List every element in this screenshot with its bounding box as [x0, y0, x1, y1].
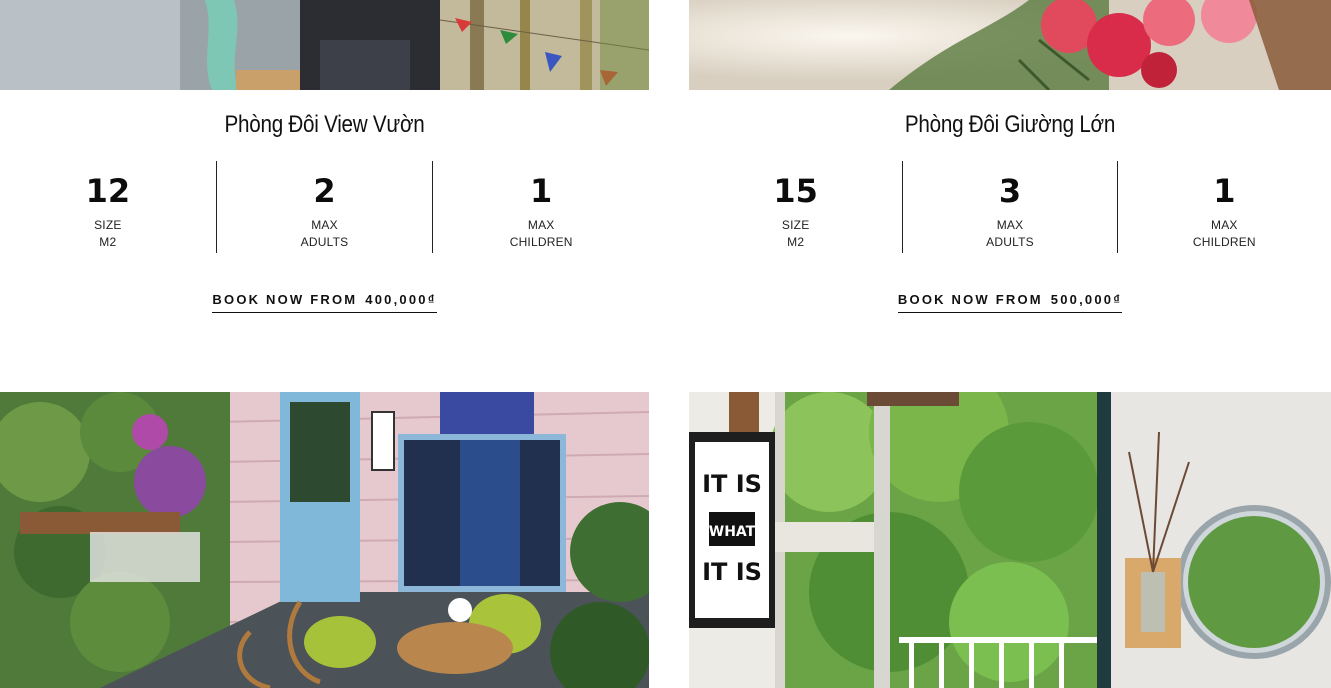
stat-label-line: CHILDREN	[509, 235, 573, 249]
book-now-price: 500,000₫	[1050, 292, 1123, 307]
room-photo-forest-view[interactable]: IT IS WHAT IT IS	[689, 392, 1331, 688]
stat-label-line: MAX	[996, 218, 1024, 232]
stat-label-line: CHILDREN	[1192, 235, 1256, 249]
room-title[interactable]: Phòng Đôi Giường Lớn	[734, 111, 1286, 139]
room-photo-image	[689, 0, 1331, 90]
stat-max-children: 1 MAX CHILDREN	[1116, 161, 1331, 253]
room-stats: 12 SIZE M2 2 MAX ADULTS 1 MAX CHILDREN	[0, 161, 649, 253]
stat-label-line: ADULTS	[986, 235, 1034, 249]
book-now-row: BOOK NOW FROM 400,000₫	[0, 289, 649, 313]
stat-value: 3	[998, 172, 1022, 210]
room-photo-image	[0, 0, 649, 90]
stat-max-children: 1 MAX CHILDREN	[432, 161, 649, 253]
stat-label-line: M2	[99, 235, 117, 249]
stat-label-line: MAX	[527, 218, 555, 232]
book-now-label: BOOK NOW FROM	[897, 292, 1043, 307]
stat-label: MAX CHILDREN	[1118, 217, 1331, 251]
room-photo-image	[0, 392, 649, 688]
poster-text-line: WHAT	[709, 524, 756, 540]
stat-value: 15	[773, 172, 818, 210]
room-card-large-bed: Phòng Đôi Giường Lớn 15 SIZE M2 3 MAX AD…	[689, 0, 1331, 320]
stat-label: MAX ADULTS	[217, 217, 433, 251]
stat-label-line: MAX	[311, 218, 338, 232]
book-now-link[interactable]: BOOK NOW FROM 500,000₫	[897, 292, 1123, 313]
room-photo-large-bed[interactable]	[689, 0, 1331, 90]
room-title[interactable]: Phòng Đôi View Vườn	[45, 111, 603, 139]
book-now-row: BOOK NOW FROM 500,000₫	[689, 289, 1331, 313]
stat-size: 15 SIZE M2	[689, 161, 902, 253]
stat-label: MAX ADULTS	[903, 217, 1116, 251]
stat-size: 12 SIZE M2	[0, 161, 216, 253]
room-card-forest-view: IT IS WHAT IT IS	[689, 392, 1331, 688]
stat-label-line: ADULTS	[300, 235, 349, 249]
stat-label-line: SIZE	[781, 218, 810, 232]
room-stats: 15 SIZE M2 3 MAX ADULTS 1 MAX CHILDREN	[689, 161, 1331, 253]
stat-label: MAX CHILDREN	[433, 217, 649, 251]
room-card-pink-cabin	[0, 392, 649, 688]
stat-label: SIZE M2	[689, 217, 902, 251]
stat-label: SIZE M2	[0, 217, 216, 251]
stat-max-adults: 2 MAX ADULTS	[215, 161, 433, 253]
room-card-garden-view: Phòng Đôi View Vườn 12 SIZE M2 2 MAX ADU…	[0, 0, 649, 320]
stat-label-line: MAX	[1211, 218, 1238, 232]
stat-value: 2	[313, 172, 336, 210]
poster-text-line: IT IS	[702, 470, 762, 498]
book-now-price: 400,000₫	[365, 292, 437, 307]
room-photo-garden-view[interactable]	[0, 0, 649, 90]
book-now-label: BOOK NOW FROM	[212, 292, 358, 307]
stat-max-adults: 3 MAX ADULTS	[902, 161, 1116, 253]
stat-value: 12	[85, 172, 131, 210]
stat-label-line: M2	[787, 235, 805, 249]
stat-value: 1	[530, 172, 553, 210]
stat-value: 1	[1213, 172, 1236, 210]
book-now-link[interactable]: BOOK NOW FROM 400,000₫	[212, 292, 437, 313]
room-photo-image: IT IS WHAT IT IS	[689, 392, 1331, 688]
stat-label-line: SIZE	[94, 218, 122, 232]
poster-text-line: IT IS	[702, 558, 762, 586]
room-photo-pink-cabin[interactable]	[0, 392, 649, 688]
